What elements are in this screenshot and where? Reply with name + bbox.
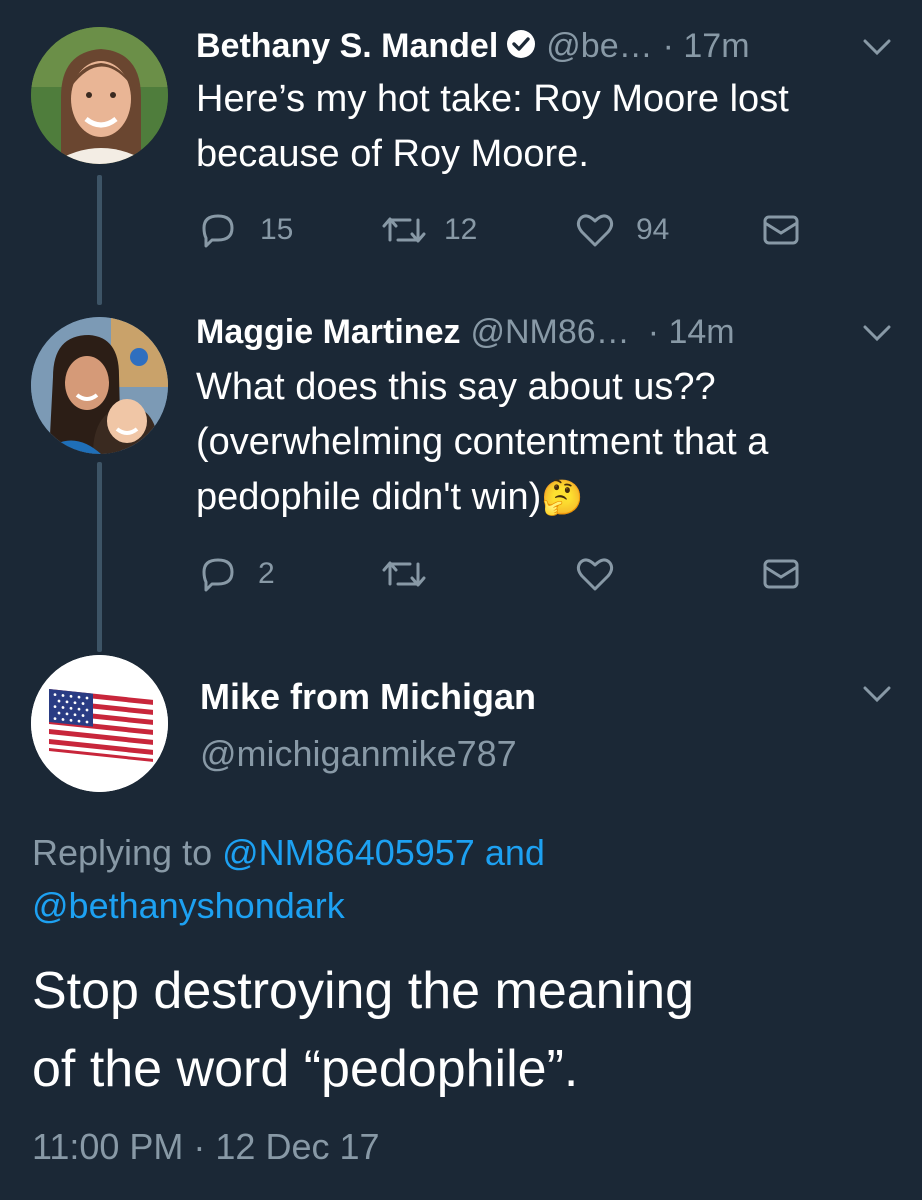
us-flag-avatar-icon [31, 655, 168, 792]
main-tweet-text: Stop destroying the meaning of the word … [32, 952, 912, 1108]
mention-link[interactable]: @bethanyshondark [32, 885, 345, 926]
thinking-face-emoji: 🤔 [541, 479, 584, 517]
chevron-down-icon[interactable] [860, 35, 894, 64]
author-handle[interactable]: @be… [546, 27, 652, 66]
reply-icon [198, 210, 238, 250]
tweet-text-line: pedophile didn't win)🤔 [196, 470, 768, 526]
thread-connector-line [97, 462, 102, 652]
tweet-text-line-part: pedophile didn't win) [196, 476, 542, 518]
author-name[interactable]: Bethany S. Mandel [196, 27, 498, 66]
reply-button[interactable]: 15 [198, 210, 293, 250]
direct-message-button[interactable] [762, 213, 800, 247]
replying-to-label: Replying to [32, 832, 213, 873]
woman-portrait-avatar-icon [31, 27, 168, 164]
author-handle[interactable]: @michiganmike787 [200, 733, 517, 775]
retweet-icon [380, 554, 428, 594]
envelope-icon [762, 213, 800, 247]
avatar[interactable] [31, 317, 168, 454]
chevron-down-icon[interactable] [860, 321, 894, 350]
tweet-text-line: Here’s my hot take: Roy Moore lost [196, 78, 789, 120]
author-name[interactable]: Mike from Michigan [200, 676, 536, 718]
retweet-icon [380, 210, 428, 250]
tweet-text-line: of the word “pedophile”. [32, 1040, 579, 1098]
like-button[interactable] [574, 554, 616, 594]
replying-to: Replying to @NM86405957 and @bethanyshon… [32, 826, 892, 932]
reply-count: 2 [258, 557, 275, 590]
tweet-timestamp[interactable]: 11:00 PM · 12 Dec 17 [32, 1126, 380, 1168]
retweet-count: 12 [444, 213, 478, 246]
like-button[interactable]: 94 [574, 210, 669, 250]
verified-badge-icon [506, 29, 536, 64]
avatar[interactable] [31, 655, 168, 792]
replying-and-link[interactable]: and [485, 832, 545, 873]
tweet-text: Here’s my hot take: Roy Moore lost becau… [196, 72, 789, 182]
tweet-text: What does this say about us?? (overwhelm… [196, 360, 768, 526]
tweet-time: · 17m [662, 26, 750, 65]
author-name[interactable]: Maggie Martinez [196, 313, 460, 352]
avatar[interactable] [31, 27, 168, 164]
thread-connector-line [97, 175, 102, 305]
like-count: 94 [636, 213, 670, 246]
tweet-header: Bethany S. Mandel @be… · 17m [196, 22, 750, 70]
tweet-text-line: (overwhelming contentment that a [196, 421, 769, 463]
heart-icon [574, 554, 616, 594]
retweet-button[interactable] [380, 554, 428, 594]
chevron-down-icon[interactable] [860, 682, 894, 711]
reply-count: 15 [260, 213, 294, 246]
retweet-button[interactable]: 12 [380, 210, 477, 250]
heart-icon [574, 210, 616, 250]
family-photo-avatar-icon [31, 317, 168, 454]
tweet-text-line: because of Roy Moore. [196, 133, 589, 175]
tweet-text-line: Stop destroying the meaning [32, 962, 694, 1020]
tweet-time: · 14m [647, 312, 735, 351]
mention-link[interactable]: @NM86405957 [222, 832, 475, 873]
tweet-text-line: What does this say about us?? [196, 366, 716, 408]
reply-button[interactable]: 2 [198, 554, 275, 594]
tweet-header: Maggie Martinez @NM86… · 14m [196, 308, 735, 356]
direct-message-button[interactable] [762, 557, 800, 591]
envelope-icon [762, 557, 800, 591]
reply-icon [198, 554, 238, 594]
author-handle[interactable]: @NM86… [470, 313, 629, 352]
